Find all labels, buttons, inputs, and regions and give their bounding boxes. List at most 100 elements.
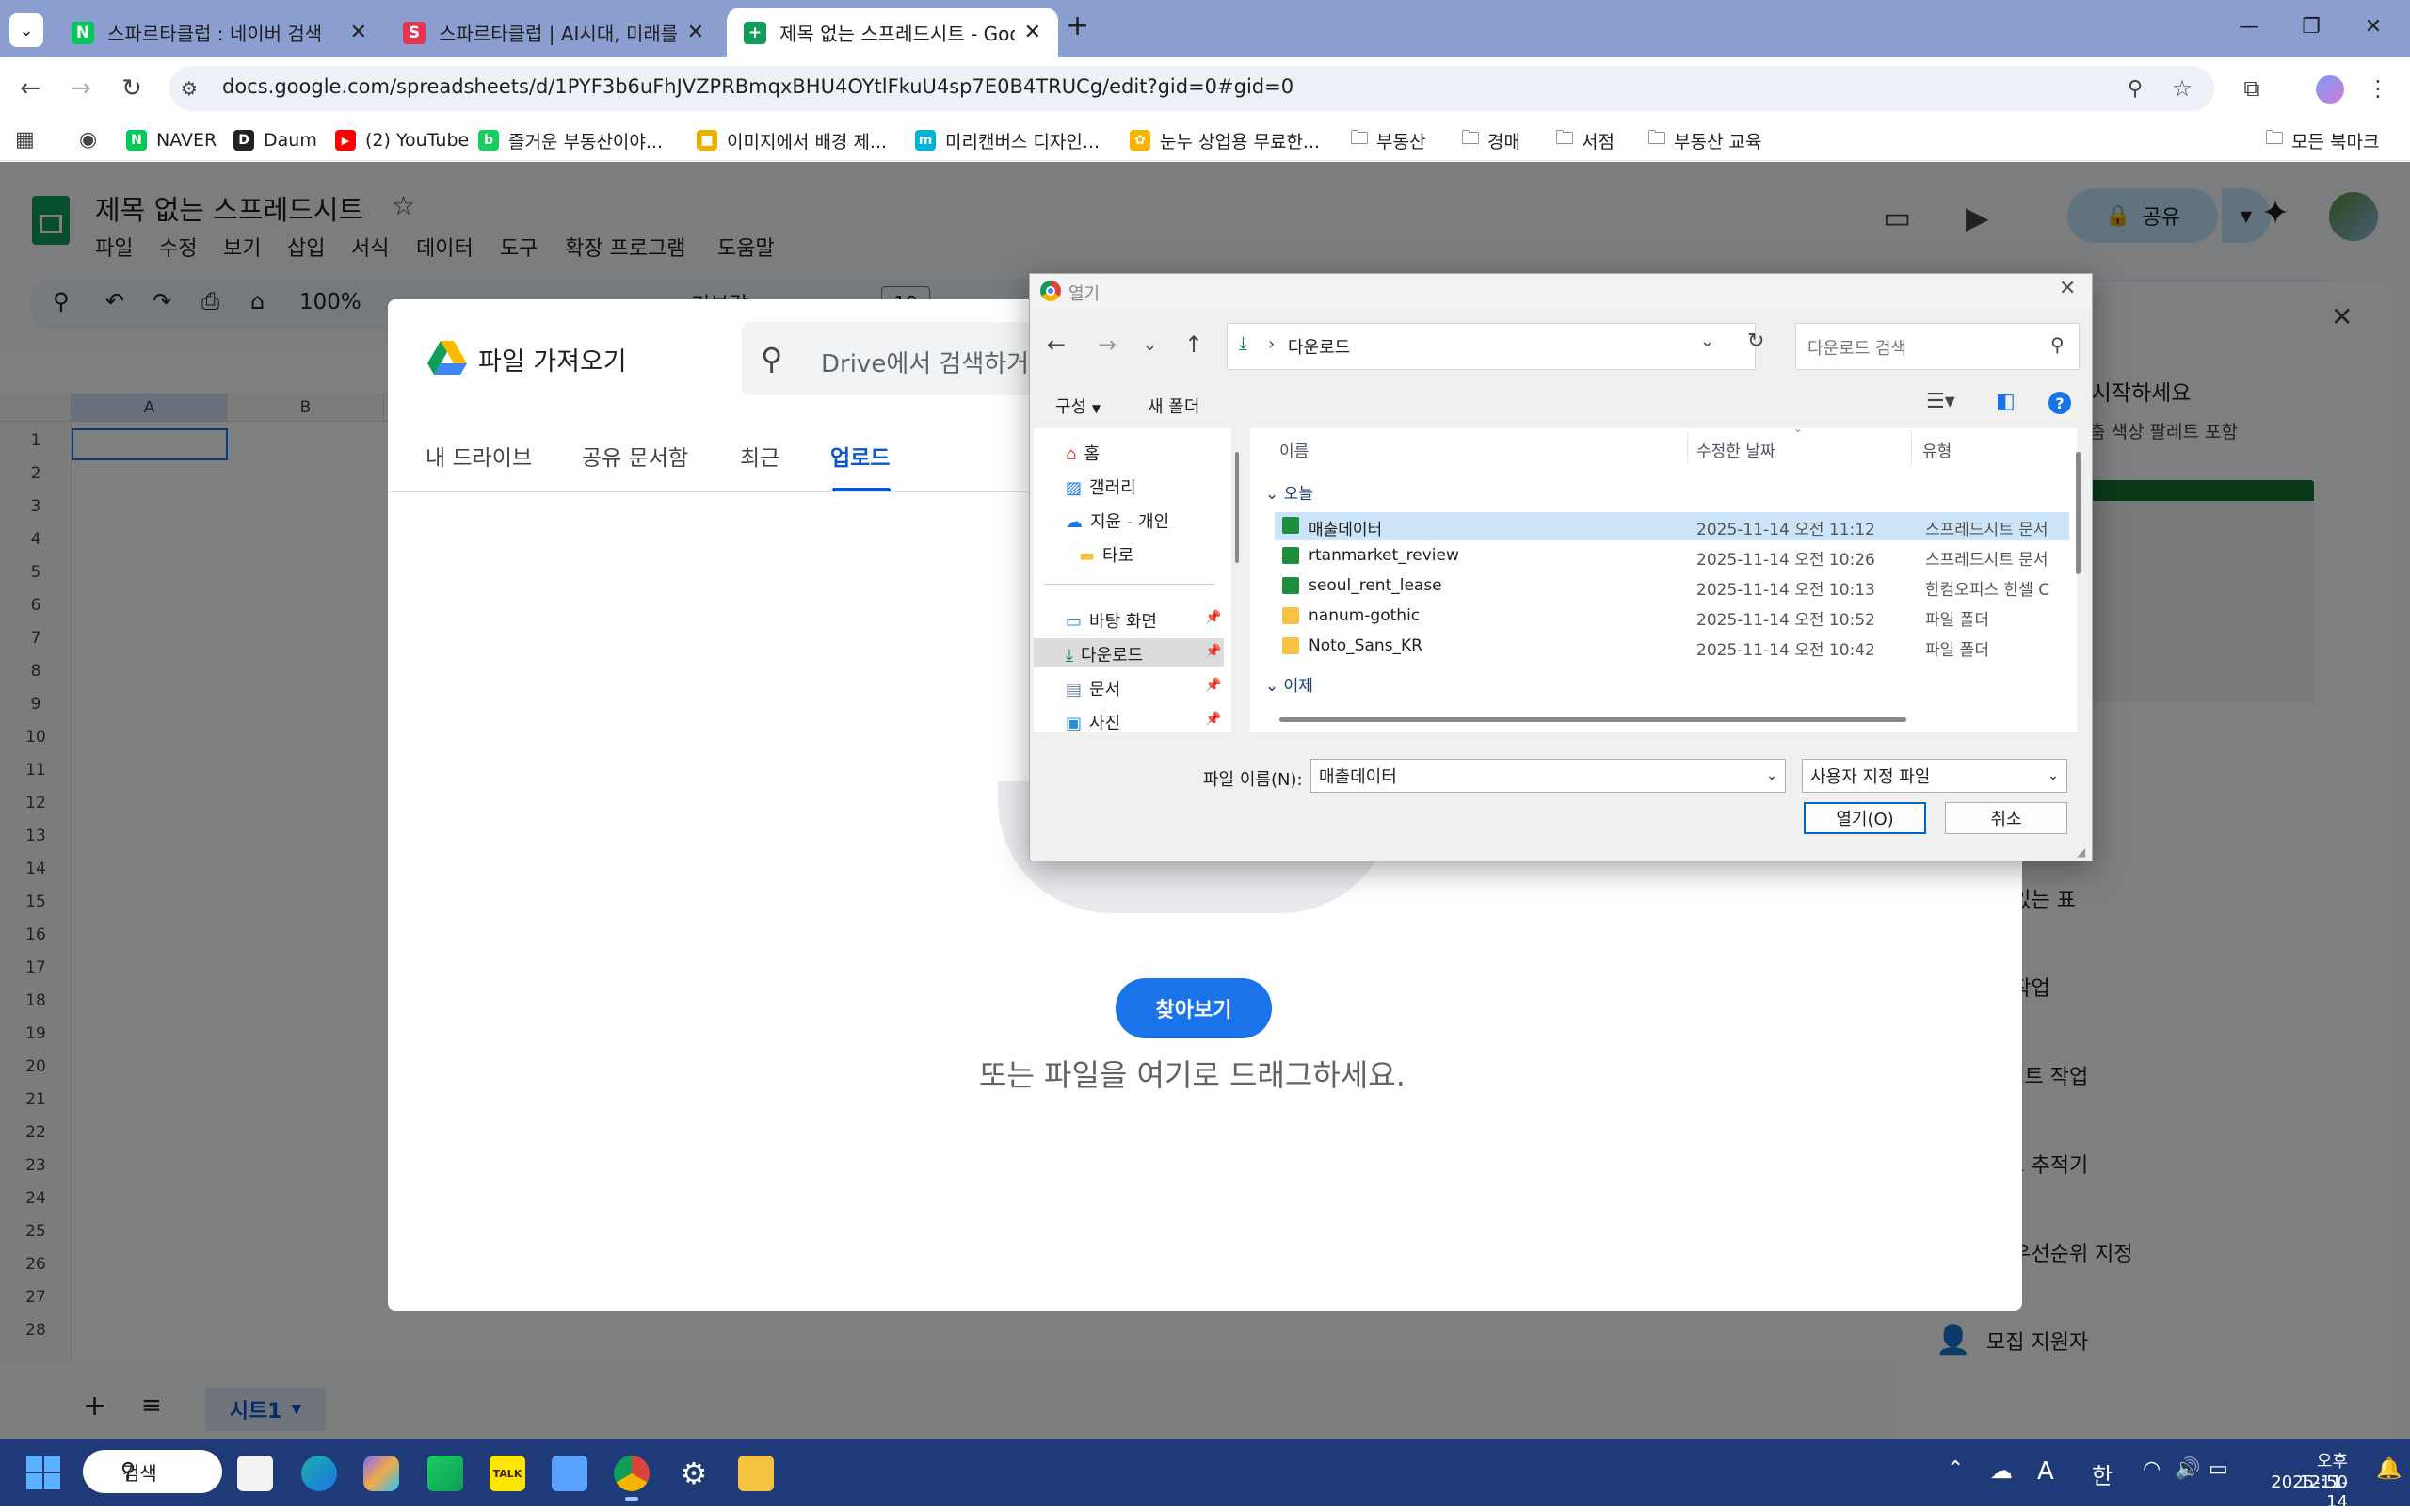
- settings-icon[interactable]: ⚙: [676, 1456, 712, 1491]
- nav-item[interactable]: ⌂ 홈: [1066, 441, 1100, 465]
- dialog-up-icon[interactable]: ↑: [1184, 331, 1203, 358]
- edge-icon[interactable]: [301, 1456, 337, 1491]
- volume-icon[interactable]: 🔊: [2175, 1457, 2200, 1481]
- site-info-icon[interactable]: ⚙: [181, 77, 198, 100]
- minimize-button[interactable]: —: [2218, 0, 2280, 53]
- refresh-icon[interactable]: ↻: [1747, 330, 1764, 353]
- bookmark-folder-bookstore[interactable]: 🗀 서점: [1555, 123, 1615, 157]
- snipping-tool-icon[interactable]: [237, 1456, 273, 1491]
- nav-item[interactable]: ⤓ 다운로드: [1066, 642, 1143, 667]
- back-icon[interactable]: ←: [13, 72, 47, 105]
- file-name[interactable]: seoul_rent_lease: [1309, 576, 1442, 595]
- browse-button[interactable]: 찾아보기: [1116, 978, 1272, 1038]
- window-close-button[interactable]: ✕: [2342, 0, 2404, 53]
- bookmark-miricanvas[interactable]: m 미리캔버스 디자인...: [915, 123, 1100, 157]
- group-yesterday[interactable]: ⌄ 어제: [1265, 672, 1313, 696]
- tab-sheets[interactable]: + 제목 없는 스프레드시트 - Goo ✕: [727, 8, 1058, 57]
- kakaotalk-icon[interactable]: TALK: [490, 1456, 525, 1491]
- forward-icon[interactable]: →: [64, 72, 98, 105]
- extensions-icon[interactable]: ⧉: [2235, 72, 2269, 105]
- bookmark-folder-auction[interactable]: 🗀 경매: [1461, 123, 1520, 157]
- tab-title: 제목 없는 스프레드시트 - Goo: [779, 23, 1015, 45]
- path-dropdown-icon[interactable]: ⌄: [1700, 331, 1714, 351]
- close-tab-icon[interactable]: ✕: [687, 21, 704, 44]
- notification-bell-icon[interactable]: 🔔: [2376, 1457, 2402, 1481]
- onedrive-tray-icon[interactable]: ☁: [1990, 1457, 2013, 1484]
- new-tab-button[interactable]: +: [1066, 9, 1089, 42]
- reload-icon[interactable]: ↻: [115, 72, 149, 105]
- dialog-recent-icon[interactable]: ⌄: [1143, 335, 1157, 355]
- column-type-header[interactable]: 유형: [1922, 438, 1952, 461]
- nav-item[interactable]: ▤ 문서: [1066, 676, 1120, 700]
- chrome-taskbar-icon[interactable]: [614, 1456, 650, 1491]
- help-icon[interactable]: ?: [2048, 392, 2071, 414]
- bookmark-noonnu[interactable]: ✿ 눈누 상업용 무료한...: [1130, 123, 1320, 157]
- restore-button[interactable]: ❐: [2280, 0, 2342, 53]
- taskbar-search[interactable]: 검색: [83, 1450, 222, 1493]
- open-button[interactable]: 열기(O): [1804, 802, 1926, 834]
- file-name[interactable]: Noto_Sans_KR: [1309, 636, 1422, 655]
- nav-scrollbar[interactable]: [1235, 452, 1239, 563]
- path-current[interactable]: 다운로드: [1288, 334, 1350, 359]
- file-explorer-icon[interactable]: [738, 1456, 774, 1491]
- bookmark-daum[interactable]: D Daum: [233, 123, 317, 157]
- group-today[interactable]: ⌄ 오늘: [1265, 480, 1313, 504]
- tab-sparta[interactable]: S 스파르타클럽 | AI시대, 미래를 ✕: [386, 8, 721, 57]
- dialog-back-icon[interactable]: ←: [1047, 331, 1066, 358]
- view-options-icon[interactable]: ☰▾: [1926, 390, 1955, 413]
- bookmark-star-icon[interactable]: ☆: [2165, 72, 2199, 105]
- dialog-close-icon[interactable]: ✕: [2059, 277, 2076, 300]
- ime-indicator[interactable]: A: [2037, 1457, 2054, 1486]
- file-name[interactable]: nanum-gothic: [1309, 606, 1420, 625]
- url-text[interactable]: docs.google.com/spreadsheets/d/1PYF3b6uF…: [222, 75, 1293, 98]
- tab-search-icon[interactable]: ⌄: [9, 13, 43, 47]
- kotlin-app-icon[interactable]: [427, 1456, 463, 1491]
- tab-shared[interactable]: 공유 문서함: [582, 440, 688, 472]
- organize-menu[interactable]: 구성 ▼: [1055, 394, 1101, 418]
- nav-item[interactable]: ▨ 갤러리: [1066, 475, 1136, 499]
- bookmark-naver[interactable]: N NAVER: [126, 123, 217, 157]
- tab-naver[interactable]: N 스파르타클럽 : 네이버 검색 ✕: [55, 8, 384, 57]
- zoom-icon[interactable]: ⚲: [2118, 72, 2152, 105]
- horizontal-scrollbar[interactable]: [1279, 717, 1906, 722]
- tab-recent[interactable]: 최근: [740, 440, 779, 472]
- bookmark-folder-edu[interactable]: 🗀 부동산 교육: [1647, 123, 1761, 157]
- preview-pane-icon[interactable]: ◧: [1996, 390, 2016, 413]
- apps-grid-icon[interactable]: ▦: [15, 128, 35, 152]
- tab-my-drive[interactable]: 내 드라이브: [426, 440, 532, 472]
- file-name[interactable]: rtanmarket_review: [1309, 546, 1459, 565]
- file-name[interactable]: 매출데이터: [1309, 516, 1382, 539]
- copilot-icon[interactable]: [363, 1456, 399, 1491]
- profile-avatar[interactable]: [2316, 75, 2344, 104]
- tab-upload[interactable]: 업로드: [830, 440, 890, 472]
- nav-item[interactable]: ☁ 지윤 - 개인: [1066, 508, 1169, 533]
- cancel-button[interactable]: 취소: [1945, 802, 2067, 834]
- home-icon: ⌂: [1066, 444, 1077, 464]
- wifi-icon[interactable]: ◠: [2143, 1457, 2161, 1481]
- bookmark-youtube[interactable]: ▶ (2) YouTube: [335, 123, 469, 157]
- bookmark-removebg[interactable]: ■ 이미지에서 배경 제...: [697, 123, 887, 157]
- all-bookmarks[interactable]: 🗀 모든 북마크: [2265, 123, 2379, 157]
- nav-item[interactable]: ▭ 바탕 화면: [1066, 608, 1157, 633]
- nav-item[interactable]: ▬ 타로: [1079, 542, 1133, 567]
- close-tab-icon[interactable]: ✕: [1024, 21, 1041, 44]
- tray-chevron-icon[interactable]: ⌃: [1947, 1457, 1964, 1481]
- chrome-menu-icon[interactable]: ⋮: [2361, 72, 2395, 105]
- column-modified-header[interactable]: 수정한 날짜: [1696, 438, 1775, 461]
- resize-grip-icon[interactable]: ◢: [2077, 845, 2085, 859]
- vertical-scrollbar[interactable]: [2076, 452, 2081, 574]
- battery-icon[interactable]: ▭: [2209, 1457, 2228, 1481]
- dialog-forward-icon[interactable]: →: [1098, 331, 1117, 358]
- filename-input[interactable]: 매출데이터 ⌄: [1310, 759, 1786, 793]
- bookmark-blog[interactable]: b 즐거운 부동산이야...: [478, 123, 663, 157]
- new-folder-button[interactable]: 새 폴더: [1148, 394, 1199, 418]
- close-tab-icon[interactable]: ✕: [350, 21, 367, 44]
- file-type-filter[interactable]: 사용자 지정 파일 ⌄: [1802, 759, 2067, 793]
- bookmark-folder-realestate[interactable]: 🗀 부동산: [1350, 123, 1425, 157]
- nav-item[interactable]: ▣ 사진: [1066, 710, 1120, 734]
- globe-icon[interactable]: ◉: [79, 128, 97, 152]
- notepad-icon[interactable]: [552, 1456, 587, 1491]
- language-indicator[interactable]: 한: [2092, 1457, 2113, 1490]
- column-name-header[interactable]: 이름: [1279, 438, 1309, 461]
- start-button[interactable]: [26, 1456, 60, 1489]
